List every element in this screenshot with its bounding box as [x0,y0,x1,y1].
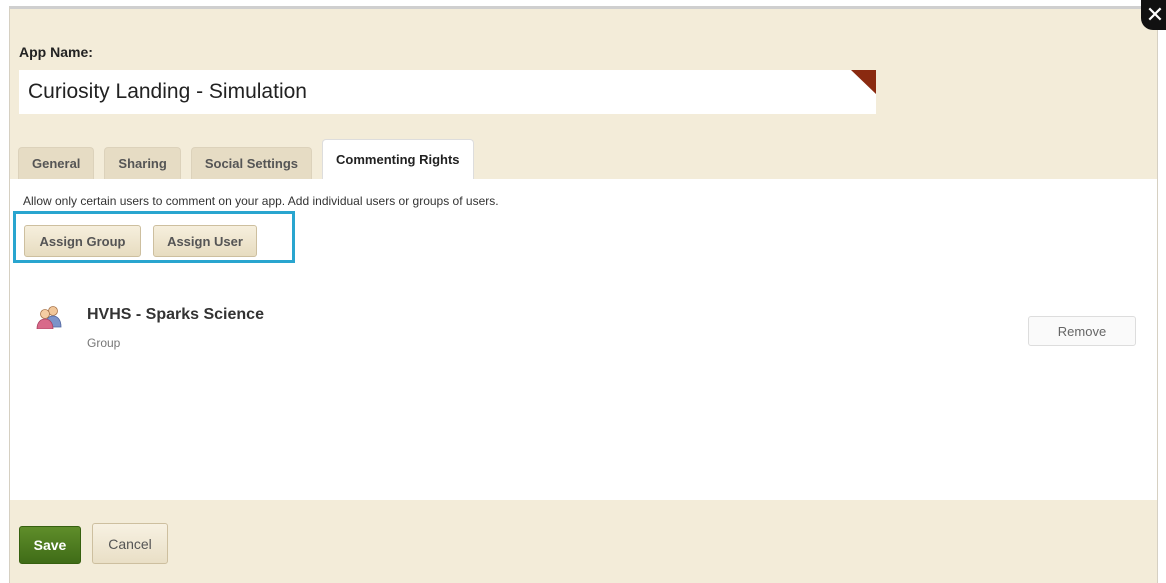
close-button[interactable]: ✕ [1141,0,1166,30]
input-corner-marker [851,70,876,94]
app-name-label: App Name: [19,44,93,60]
panel-description: Allow only certain users to comment on y… [23,194,499,208]
commenting-rights-panel: Allow only certain users to comment on y… [10,179,1157,500]
group-icon [36,306,62,329]
tab-sharing[interactable]: Sharing [104,147,181,179]
group-type: Group [87,336,121,350]
group-name: HVHS - Sparks Science [87,306,264,323]
tab-general[interactable]: General [18,147,95,179]
save-button[interactable]: Save [19,526,81,564]
assign-group-button[interactable]: Assign Group [24,225,141,257]
settings-tabs: General Sharing Social Settings Commenti… [18,139,484,179]
assign-user-button[interactable]: Assign User [153,225,257,257]
remove-button[interactable]: Remove [1028,316,1136,346]
tab-commenting-rights[interactable]: Commenting Rights [322,139,474,179]
app-name-input[interactable] [19,70,876,114]
cancel-button[interactable]: Cancel [92,523,168,564]
close-icon: ✕ [1145,3,1165,28]
tab-social-settings[interactable]: Social Settings [190,147,313,179]
